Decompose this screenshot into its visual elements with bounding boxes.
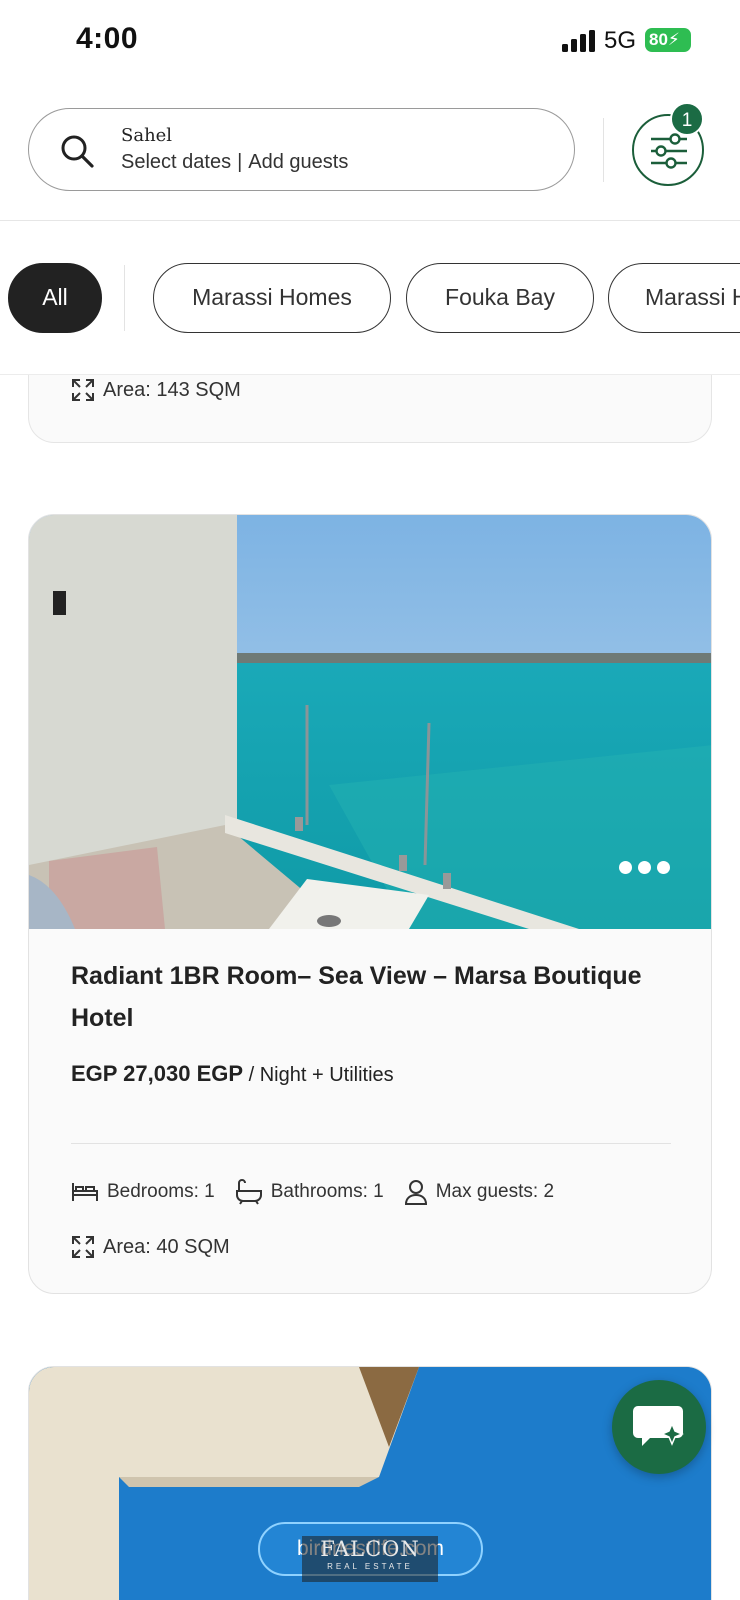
chip-marassi-h[interactable]: Marassi H	[608, 263, 740, 333]
previous-area-label: Area: 143 SQM	[103, 378, 241, 401]
search-bar[interactable]: Sahel Select dates | Add guests	[28, 108, 575, 191]
search-icon	[61, 135, 94, 168]
listing-title[interactable]: Radiant 1BR Room– Sea View – Marsa Bouti…	[71, 955, 671, 1039]
area-icon	[72, 379, 94, 401]
select-dates[interactable]: Select dates	[121, 151, 231, 173]
bathrooms: Bathrooms: 1	[235, 1179, 384, 1205]
watermark: FALCON REAL ESTATE	[302, 1536, 438, 1582]
user-icon	[404, 1180, 427, 1205]
listing-card[interactable]: Radiant 1BR Room– Sea View – Marsa Bouti…	[28, 514, 712, 1294]
watermark-brand: FALCON	[320, 1537, 420, 1561]
area-icon	[72, 1236, 94, 1258]
listing-area: Area: 40 SQM	[71, 1235, 230, 1259]
listing-facts: Bedrooms: 1 Bathrooms: 1 Max guests: 2	[71, 1179, 574, 1205]
battery-icon: 80⚡	[645, 28, 691, 52]
status-bar: 4:00 5G 80⚡	[0, 0, 740, 84]
add-guests[interactable]: Add guests	[248, 151, 348, 173]
battery-level: 80	[649, 30, 668, 49]
card-separator	[71, 1143, 671, 1144]
watermark-sub: REAL ESTATE	[327, 1562, 413, 1571]
category-chips: All Marassi Homes Fouka Bay Marassi H	[0, 221, 740, 375]
bed-icon	[72, 1183, 98, 1201]
chip-marassi-homes[interactable]: Marassi Homes	[153, 263, 391, 333]
more-dots-icon[interactable]	[619, 861, 670, 874]
listing-price: EGP 27,030 EGP	[71, 1061, 244, 1086]
listing-area-label: Area: 40 SQM	[103, 1235, 230, 1258]
max-guests: Max guests: 2	[404, 1179, 554, 1205]
bedrooms: Bedrooms: 1	[71, 1181, 215, 1203]
chips-divider	[124, 265, 125, 331]
sea-view-photo	[29, 515, 711, 929]
bathtub-icon	[235, 1179, 262, 1205]
status-time: 4:00	[76, 22, 139, 55]
listing-photo[interactable]	[29, 515, 711, 929]
chat-sparkle-icon	[633, 1406, 684, 1446]
search-subline: Select dates | Add guests	[121, 151, 349, 173]
filter-count-badge: 1	[670, 102, 704, 136]
previous-area: Area: 143 SQM	[71, 378, 241, 402]
listing-price-suffix: / Night + Utilities	[248, 1064, 394, 1086]
header-divider	[603, 118, 604, 182]
chip-all[interactable]: All	[8, 263, 102, 333]
signal-icon	[562, 30, 595, 52]
filter-icon	[651, 133, 687, 169]
search-location[interactable]: Sahel	[121, 125, 172, 146]
chat-button[interactable]	[612, 1380, 706, 1474]
chip-fouka-bay[interactable]: Fouka Bay	[406, 263, 594, 333]
network-label: 5G	[604, 27, 637, 54]
listing-price-row: EGP 27,030 EGP / Night + Utilities	[71, 1061, 394, 1087]
